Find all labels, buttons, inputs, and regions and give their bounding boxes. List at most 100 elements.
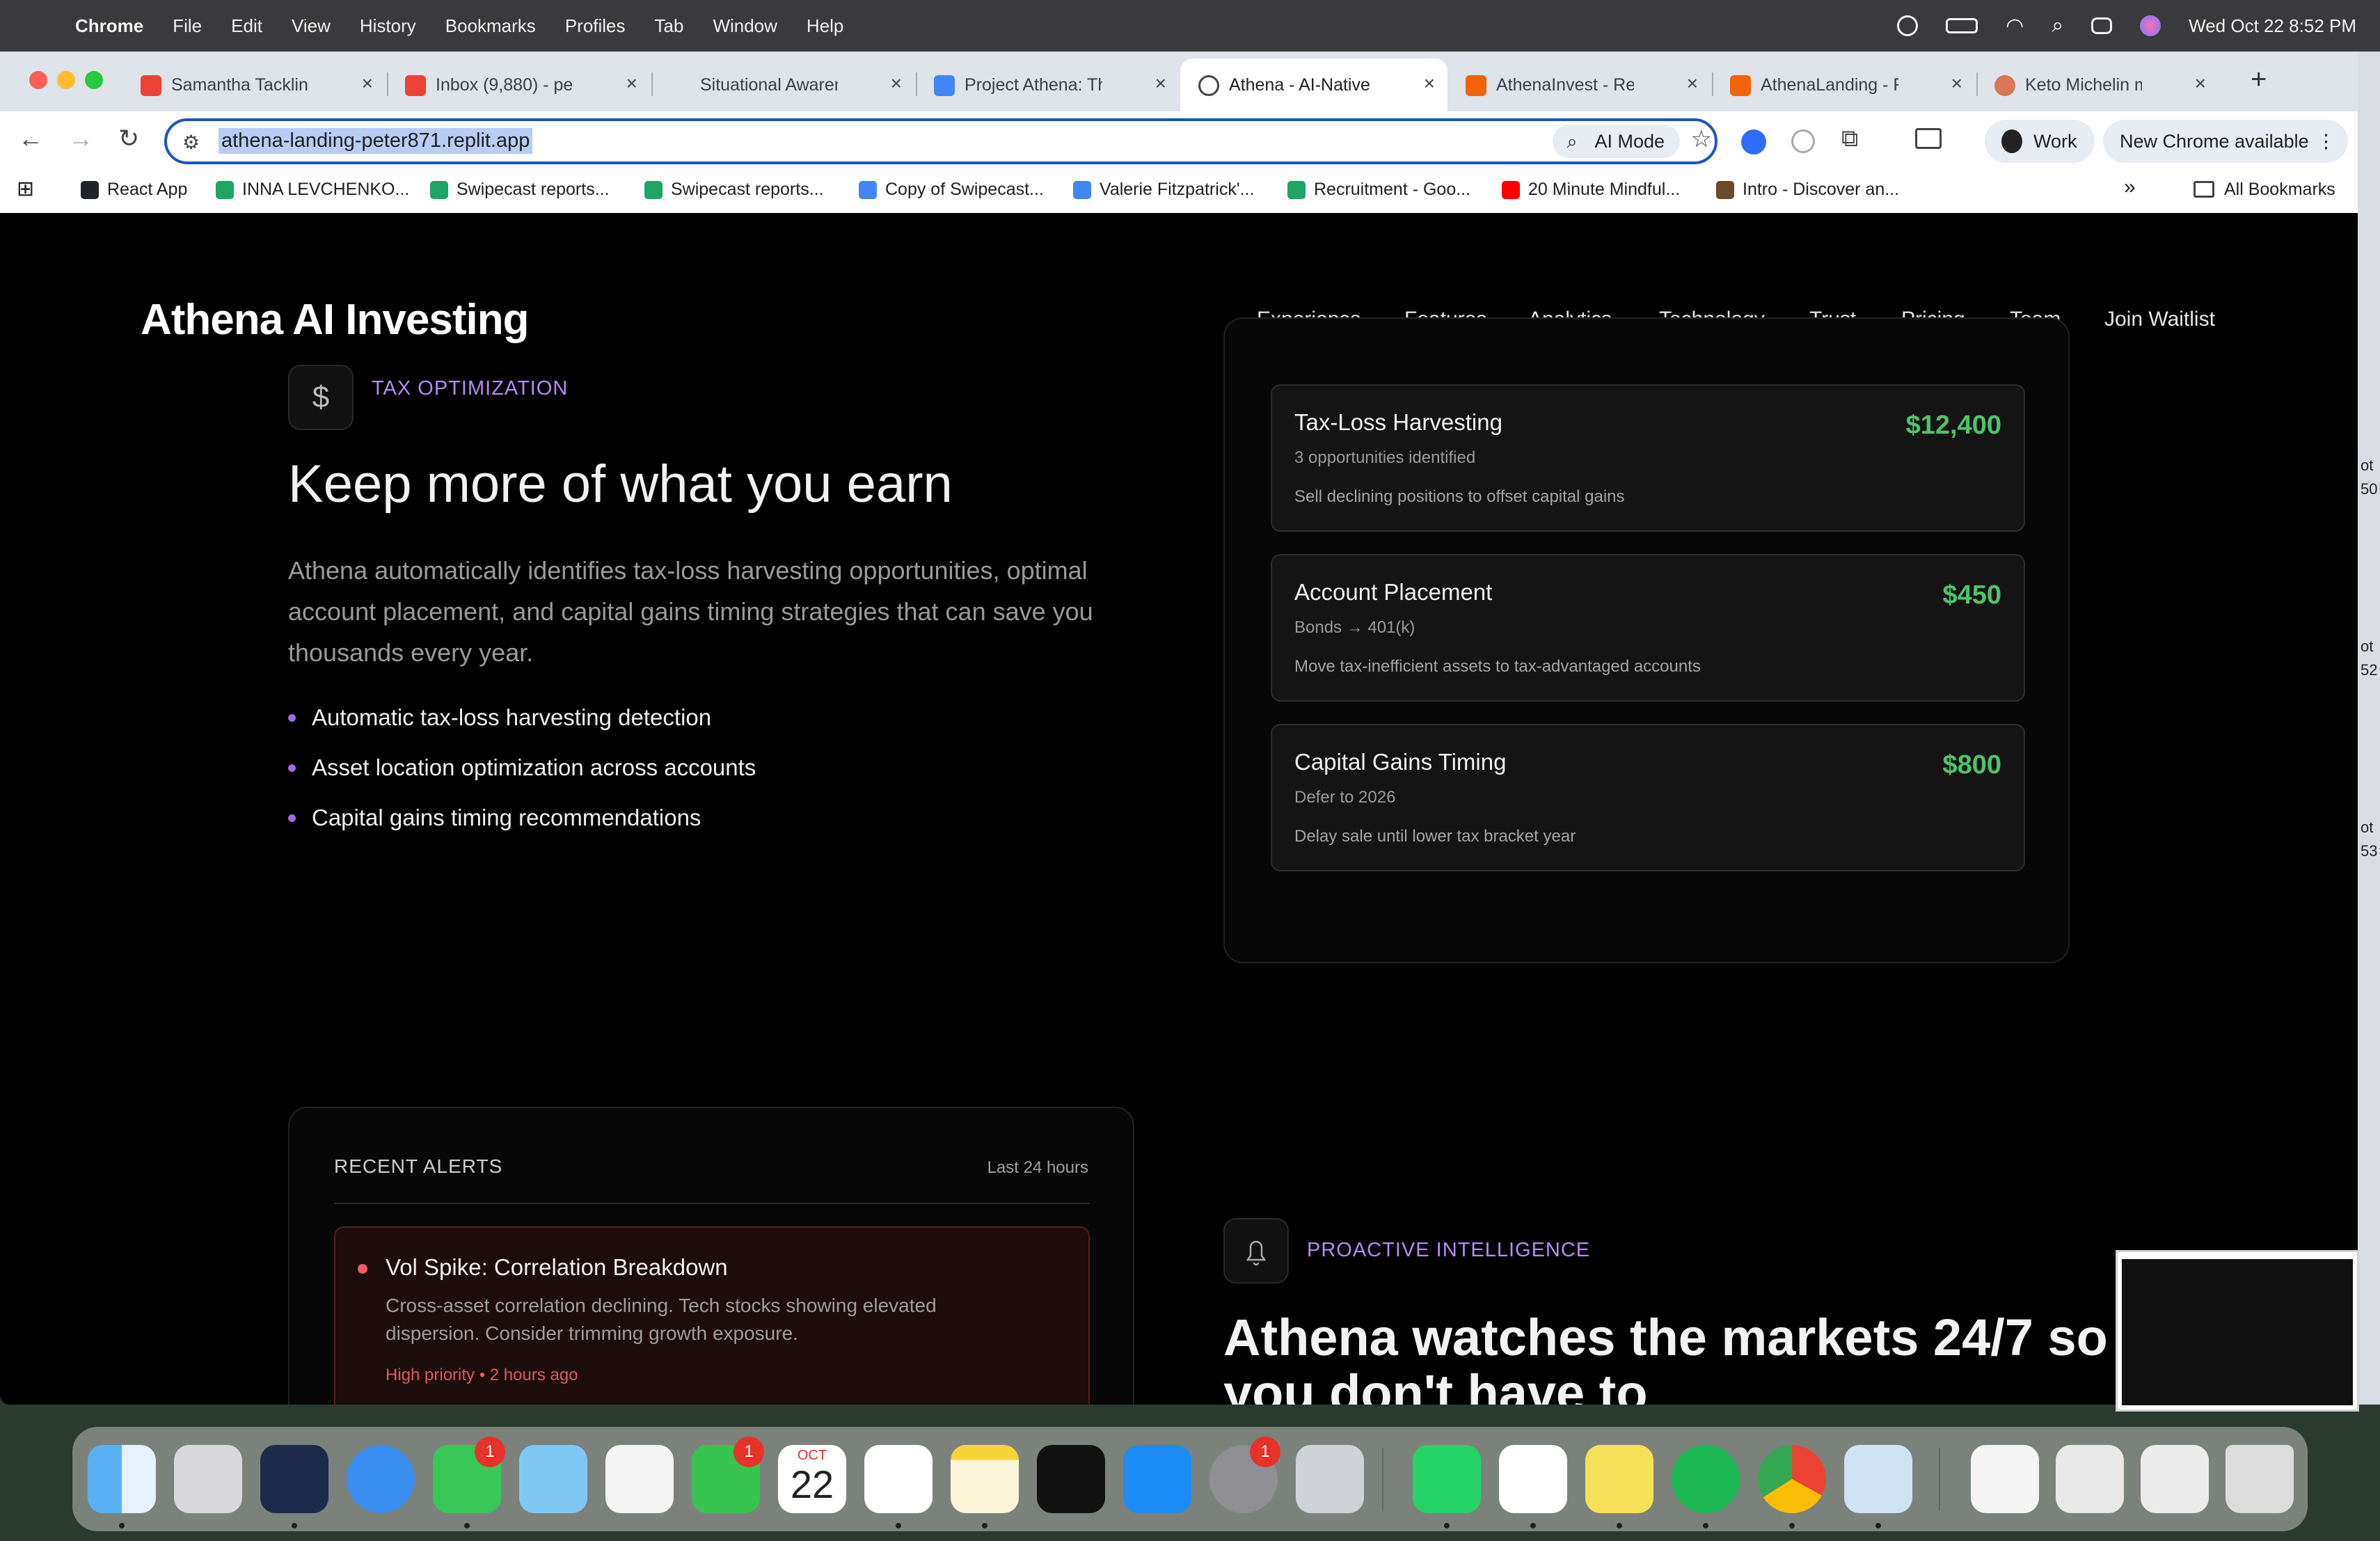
iphone-mirroring-icon[interactable] [1296, 1445, 1364, 1513]
recent-window-icon[interactable] [2056, 1445, 2124, 1513]
close-tab-icon[interactable]: × [2195, 72, 2206, 95]
testflight-icon[interactable] [260, 1445, 328, 1513]
profile-button[interactable]: Work [1985, 120, 2095, 163]
safari-icon[interactable] [347, 1445, 415, 1513]
preview-icon[interactable] [1844, 1445, 1912, 1513]
running-indicator [1444, 1523, 1450, 1528]
chrome-update-button[interactable]: New Chrome available ⋮ [2103, 120, 2348, 163]
bookmark-star-icon[interactable]: ☆ [1691, 125, 1712, 153]
tab-situational-awareness[interactable]: Situational Awarenes × [651, 58, 914, 111]
close-tab-icon[interactable]: × [891, 72, 902, 95]
bookmark-react-app[interactable]: React App [81, 180, 187, 200]
maps-icon[interactable] [519, 1445, 587, 1513]
close-tab-icon[interactable]: × [1155, 72, 1166, 95]
dollar-icon: $ [288, 365, 354, 430]
zoom-window-button[interactable] [85, 71, 103, 89]
close-tab-icon[interactable]: × [362, 72, 373, 95]
screenshot-thumbnail[interactable] [2116, 1250, 2359, 1412]
ai-mode-button[interactable]: ⌕ AI Mode [1553, 125, 1680, 158]
menu-window[interactable]: Window [713, 15, 777, 37]
menu-view[interactable]: View [292, 15, 331, 37]
chrome-icon[interactable] [1758, 1445, 1826, 1513]
menu-profiles[interactable]: Profiles [565, 15, 626, 37]
stickies-icon[interactable] [1585, 1445, 1653, 1513]
control-center-icon[interactable] [2091, 17, 2113, 34]
extension-icon[interactable] [1791, 129, 1815, 153]
bookmark-swipecast-reports-2[interactable]: Swipecast reports... [644, 180, 824, 200]
calendar-icon[interactable]: OCT 22 [778, 1445, 846, 1513]
tab-gmail-samantha[interactable]: Samantha Tackling h × [122, 58, 386, 111]
recent-document-icon[interactable] [1971, 1445, 2039, 1513]
tax-card-harvesting[interactable]: Tax-Loss Harvesting 3 opportunities iden… [1271, 384, 2025, 532]
reminders-icon[interactable] [864, 1445, 933, 1513]
siri-icon[interactable] [2140, 15, 2161, 36]
bookmarks-overflow-chevron-icon[interactable]: » [2124, 175, 2136, 199]
menu-app-name[interactable]: Chrome [75, 15, 143, 37]
menu-file[interactable]: File [173, 15, 202, 37]
tab-gmail-inbox[interactable]: Inbox (9,880) - peter × [387, 58, 650, 111]
close-window-button[interactable] [29, 71, 47, 89]
all-bookmarks-button[interactable]: All Bookmarks [2193, 180, 2335, 200]
menu-help[interactable]: Help [807, 15, 843, 37]
spotlight-search-icon[interactable]: ⌕ [2052, 14, 2063, 38]
app-store-icon[interactable] [1123, 1445, 1191, 1513]
menu-tab[interactable]: Tab [655, 15, 684, 37]
wifi-icon[interactable]: ◠ [2006, 14, 2024, 38]
notes-icon[interactable] [951, 1445, 1019, 1513]
tab-keto-claude[interactable]: Keto Michelin mushro × [1976, 58, 2219, 111]
photos-icon[interactable] [605, 1445, 674, 1513]
tax-card-capital-gains[interactable]: Capital Gains Timing Defer to 2026 Delay… [1271, 724, 2025, 871]
running-indicator [292, 1523, 297, 1528]
bookmark-swipecast-reports-1[interactable]: Swipecast reports... [430, 180, 610, 200]
site-info-icon[interactable]: ⚙ [182, 131, 200, 154]
address-bar[interactable]: ⚙ athena-landing-peter871.replit.app ⌕ AI… [164, 118, 1717, 164]
extensions-puzzle-icon[interactable]: ⧉ [1841, 125, 1858, 152]
tab-athena-active[interactable]: Athena - AI-Native In × [1180, 58, 1447, 111]
google-docs-icon [934, 75, 955, 96]
new-tab-button[interactable]: + [2251, 64, 2267, 95]
zoom-extension-icon[interactable] [1741, 129, 1766, 155]
bookmark-inna-levchenko[interactable]: INNA LEVCHENKO... [216, 180, 409, 200]
bookmark-intro-discover[interactable]: Intro - Discover an... [1716, 180, 1899, 200]
profile-avatar [2001, 129, 2022, 153]
url-text[interactable]: athena-landing-peter871.replit.app [219, 128, 533, 154]
battery-icon[interactable] [1946, 18, 1978, 33]
alert-card-high-priority[interactable]: Vol Spike: Correlation Breakdown Cross-a… [334, 1226, 1090, 1405]
tab-athenalanding-replit[interactable]: AthenaLanding - Rep × [1712, 58, 1975, 111]
bookmark-valerie-fitzpatrick[interactable]: Valerie Fitzpatrick'... [1073, 180, 1254, 200]
minimize-window-button[interactable] [57, 71, 75, 89]
trash-icon[interactable] [2226, 1445, 2294, 1513]
close-tab-icon[interactable]: × [1424, 72, 1435, 95]
close-tab-icon[interactable]: × [626, 72, 637, 95]
close-tab-icon[interactable]: × [1951, 72, 1962, 95]
bookmark-20-minute-mindful[interactable]: 20 Minute Mindful... [1502, 180, 1680, 200]
menu-history[interactable]: History [360, 15, 416, 37]
recent-screenshot-icon[interactable] [2141, 1445, 2209, 1513]
nav-join-waitlist[interactable]: Join Waitlist [2104, 308, 2215, 331]
tax-card-value: $12,400 [1905, 411, 2001, 440]
tab-athenainvest-replit[interactable]: AthenaInvest - Replit × [1447, 58, 1711, 111]
site-brand-logo[interactable]: Athena AI Investing [141, 295, 529, 345]
apple-tv-icon[interactable] [1037, 1445, 1105, 1513]
bookmark-copy-of-swipecast[interactable]: Copy of Swipecast... [859, 180, 1044, 200]
tax-card-account-placement[interactable]: Account Placement Bonds → 401(k) Move ta… [1271, 554, 2025, 702]
whatsapp-icon[interactable] [1413, 1445, 1481, 1513]
close-tab-icon[interactable]: × [1687, 72, 1698, 95]
tab-project-athena-doc[interactable]: Project Athena: The V × [916, 58, 1179, 111]
reload-button[interactable]: ↻ [118, 124, 139, 153]
back-button[interactable]: ← [18, 124, 43, 153]
slack-icon[interactable] [1499, 1445, 1567, 1513]
spotify-icon[interactable] [1672, 1445, 1740, 1513]
background-window-edge[interactable] [2358, 52, 2380, 1405]
play-status-icon[interactable] [1897, 15, 1919, 36]
tab-search-icon[interactable] [1915, 128, 1942, 149]
apps-grid-icon[interactable]: ⊞ [17, 177, 34, 201]
launchpad-icon[interactable] [174, 1445, 242, 1513]
finder-icon[interactable] [88, 1445, 156, 1513]
menu-clock[interactable]: Wed Oct 22 8:52 PM [2189, 15, 2356, 37]
forward-button[interactable]: → [68, 124, 93, 153]
menu-edit[interactable]: Edit [231, 15, 262, 37]
menu-bookmarks[interactable]: Bookmarks [445, 15, 536, 37]
bookmark-label: Valerie Fitzpatrick'... [1100, 180, 1255, 199]
bookmark-recruitment[interactable]: Recruitment - Goo... [1287, 180, 1470, 200]
